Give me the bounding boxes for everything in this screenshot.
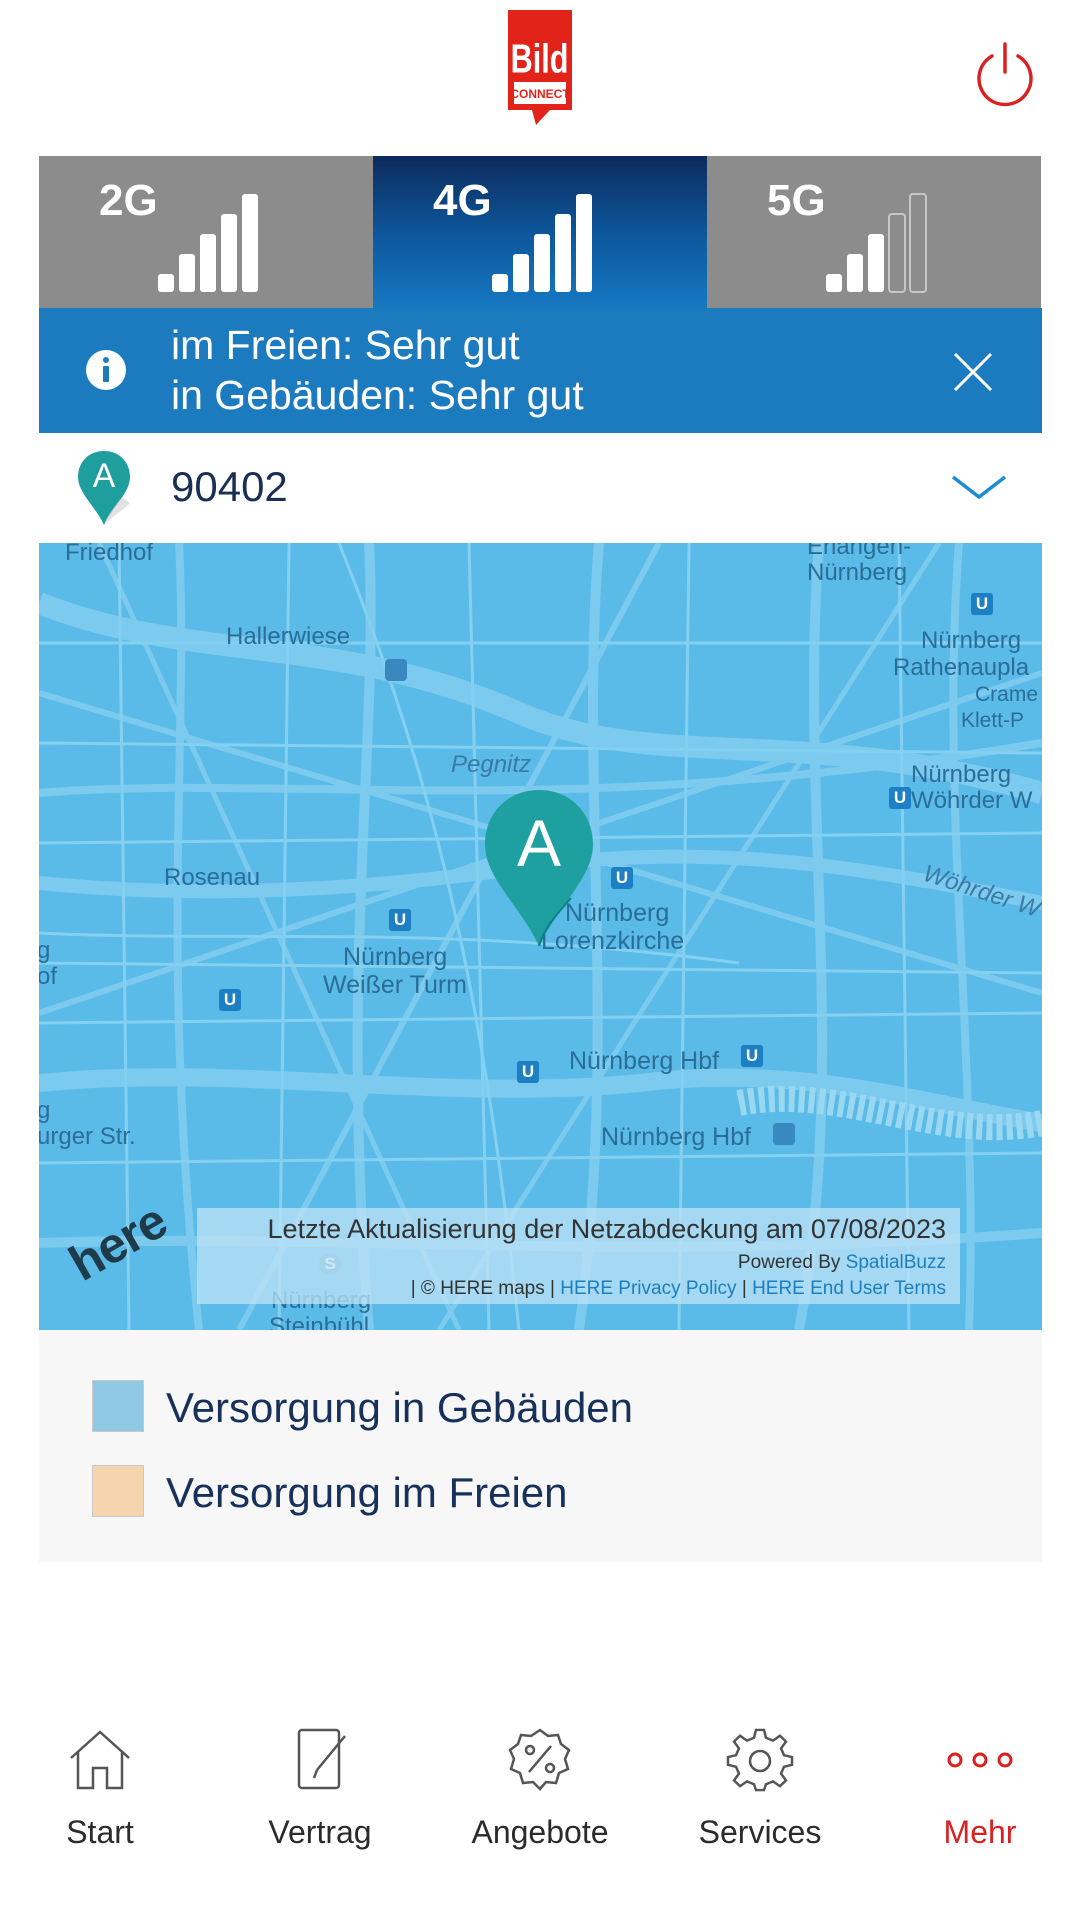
marker-letter: A	[517, 806, 561, 880]
coverage-info-banner: im Freien: Sehr gut in Gebäuden: Sehr gu…	[39, 308, 1042, 433]
map-label: Nürnberg	[343, 943, 448, 971]
nav-angebote[interactable]: Angebote	[430, 1728, 650, 1851]
more-dots-icon	[947, 1752, 1013, 1768]
map-label: Friedhof	[65, 543, 154, 566]
app-header: Bild CONNECT	[0, 0, 1080, 155]
map-label: g	[39, 937, 51, 964]
coverage-legend: Versorgung in Gebäuden Versorgung im Fre…	[39, 1330, 1042, 1562]
train-station-icon	[773, 1123, 795, 1145]
bottom-navigation: Start Vertrag Angebote Services Mehr	[0, 1700, 1080, 1920]
signal-bars-icon	[492, 194, 592, 292]
nav-vertrag[interactable]: Vertrag	[210, 1728, 430, 1851]
subway-icon: U	[971, 593, 993, 615]
home-icon	[70, 1730, 130, 1790]
legend-label: Versorgung im Freien	[166, 1469, 568, 1516]
map-label: Wöhrder W	[911, 787, 1033, 814]
map-legal-links: | © HERE maps | HERE Privacy Policy | HE…	[410, 1278, 946, 1299]
nav-label: Angebote	[471, 1814, 609, 1850]
map-attribution: Letzte Aktualisierung der Netzabdeckung …	[197, 1208, 960, 1304]
map-label: Nürnberg	[911, 761, 1012, 788]
nav-label: Start	[66, 1814, 134, 1850]
here-terms-link[interactable]: HERE End User Terms	[752, 1278, 946, 1299]
location-selector[interactable]: A 90402	[39, 433, 1042, 543]
nav-label: Vertrag	[268, 1814, 372, 1850]
map-label: of	[39, 963, 58, 990]
info-icon	[86, 350, 126, 390]
map-label: Rathenaupla	[893, 654, 1030, 681]
map-label: urger Str.	[39, 1123, 136, 1150]
coverage-map[interactable]: Friedhof Erlangen- Nürnberg Hallerwiese …	[39, 543, 1042, 1330]
spatialbuzz-link[interactable]: SpatialBuzz	[846, 1252, 946, 1273]
pin-letter: A	[93, 457, 116, 495]
subway-icon: U	[389, 909, 411, 931]
signal-bars-icon	[158, 194, 258, 292]
percent-badge-icon	[508, 1728, 571, 1791]
here-privacy-link[interactable]: HERE Privacy Policy	[560, 1278, 736, 1299]
map-label: Nürnberg Hbf	[601, 1123, 752, 1151]
network-tabs: 2G 4G 5G	[39, 156, 1042, 308]
subway-icon: U	[889, 787, 911, 809]
subway-icon: U	[611, 867, 633, 889]
gear-icon	[726, 1728, 794, 1792]
tab-label: 4G	[433, 176, 492, 225]
indoor-quality-text: in Gebäuden: Sehr gut	[171, 372, 584, 418]
signal-bars-icon	[826, 193, 927, 293]
nav-start[interactable]: Start	[0, 1728, 210, 1851]
map-label: Nürnberg	[807, 559, 908, 586]
map-label: Crame	[975, 683, 1039, 706]
map-label: Klett-P	[961, 709, 1025, 732]
tab-2g[interactable]: 2G	[39, 156, 373, 308]
svg-text:Bild: Bild	[511, 35, 569, 81]
map-label: Steinbühl	[269, 1313, 370, 1330]
map-label: Weißer Turm	[323, 971, 467, 999]
close-icon[interactable]	[951, 350, 995, 394]
tram-icon	[385, 659, 407, 681]
legend-swatch	[92, 1465, 144, 1517]
tab-label: 2G	[99, 176, 158, 225]
legend-label: Versorgung in Gebäuden	[166, 1384, 634, 1431]
tab-4g[interactable]: 4G	[373, 156, 707, 308]
svg-text:CONNECT: CONNECT	[510, 87, 570, 101]
location-pin-icon: A	[78, 451, 130, 525]
map-location-marker[interactable]: A	[479, 786, 599, 950]
bild-connect-logo: Bild CONNECT	[508, 10, 572, 125]
map-label: Nürnberg Hbf	[569, 1047, 720, 1075]
tab-5g[interactable]: 5G	[707, 156, 1041, 308]
zip-code: 90402	[171, 463, 288, 510]
nav-services[interactable]: Services	[650, 1728, 870, 1851]
legend-swatch	[92, 1380, 144, 1432]
chevron-down-icon[interactable]	[949, 471, 1009, 503]
powered-by: Powered By SpatialBuzz	[737, 1252, 946, 1273]
nav-mehr[interactable]: Mehr	[870, 1728, 1080, 1851]
tab-label: 5G	[767, 176, 826, 225]
map-label: Pegnitz	[451, 751, 532, 778]
subway-icon: U	[741, 1045, 763, 1067]
map-label: g	[39, 1097, 51, 1124]
subway-icon: U	[219, 989, 241, 1011]
coverage-update-text: Letzte Aktualisierung der Netzabdeckung …	[267, 1214, 946, 1244]
map-label: Rosenau	[164, 864, 261, 891]
power-icon[interactable]	[970, 38, 1040, 108]
outdoor-quality-text: im Freien: Sehr gut	[171, 322, 520, 368]
subway-icon: U	[517, 1061, 539, 1083]
contract-icon	[297, 1728, 346, 1790]
nav-label: Services	[698, 1814, 822, 1850]
nav-label: Mehr	[943, 1814, 1017, 1850]
map-label: Nürnberg	[921, 627, 1022, 654]
map-label: Hallerwiese	[226, 623, 351, 650]
